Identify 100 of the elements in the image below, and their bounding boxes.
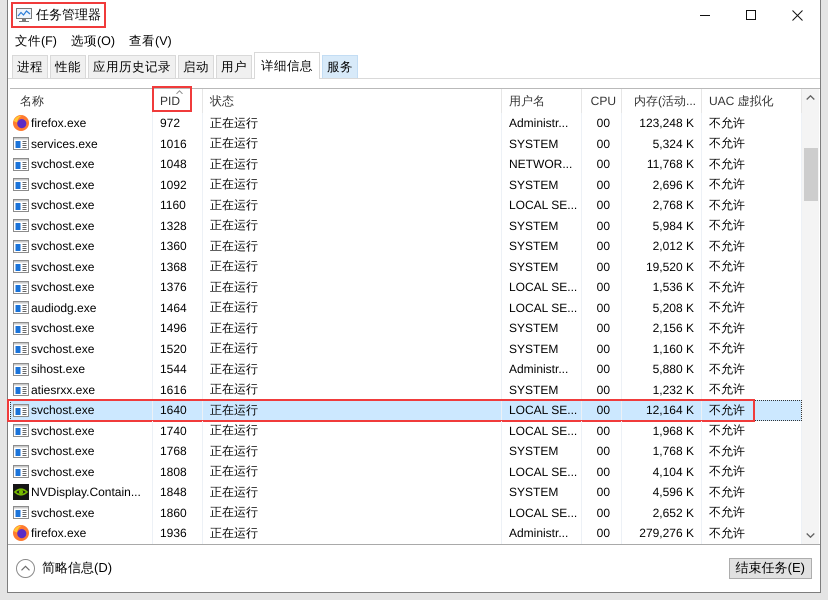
user-name: SYSTEM	[509, 178, 558, 192]
process-row[interactable]: svchost.exe 1860 正在运行 LOCAL SE... 00 2,652 K 不允许	[10, 502, 802, 523]
maximize-icon	[746, 10, 756, 20]
tab[interactable]: 启动	[178, 55, 214, 78]
process-row[interactable]: svchost.exe 1496 正在运行 SYSTEM 00 2,156 K 不允许	[10, 318, 802, 338]
process-row[interactable]: svchost.exe 1048 正在运行 NETWOR... 00 11,768 K 不允许	[10, 154, 802, 174]
cpu-usage: 00	[596, 403, 610, 418]
uac-virtualization: 不允许	[709, 504, 745, 522]
process-id: 1768	[160, 444, 187, 458]
process-row[interactable]: firefox.exe 1936 正在运行 Administr... 00 279,276 K 不允许	[10, 523, 802, 544]
process-row[interactable]: audiodg.exe 1464 正在运行 LOCAL SE... 00 5,208 K 不允许	[10, 298, 802, 318]
close-icon	[792, 10, 802, 20]
user-name: SYSTEM	[509, 239, 558, 254]
run-status: 正在运行	[210, 176, 258, 194]
process-row[interactable]: svchost.exe 1808 正在运行 LOCAL SE... 00 4,104 K 不允许	[10, 462, 802, 482]
chevron-up-circle-icon	[16, 558, 35, 578]
program-window-icon	[13, 280, 29, 294]
memory-usage: 1,968 K	[652, 424, 694, 438]
process-row[interactable]: svchost.exe 1520 正在运行 SYSTEM 00 1,160 K 不允许	[10, 338, 802, 359]
process-row[interactable]: svchost.exe 1160 正在运行 LOCAL SE... 00 2,768 K 不允许	[10, 195, 802, 216]
program-window-icon	[13, 404, 29, 417]
column-header[interactable]: PID	[153, 89, 203, 113]
process-row[interactable]: svchost.exe 1640 正在运行 LOCAL SE... 00 12,164 K 不允许	[10, 400, 802, 420]
vertical-scrollbar[interactable]	[802, 89, 819, 544]
cpu-usage: 00	[596, 260, 610, 274]
process-name: sihost.exe	[31, 362, 86, 376]
memory-usage: 279,276 K	[639, 526, 694, 540]
uac-virtualization: 不允许	[709, 196, 745, 214]
run-status: 正在运行	[210, 278, 258, 296]
fewer-details-button[interactable]: 简略信息(D)	[16, 558, 112, 578]
process-id: 1464	[160, 300, 187, 315]
cpu-usage: 00	[596, 136, 610, 151]
process-row[interactable]: svchost.exe 1740 正在运行 LOCAL SE... 00 1,968 K 不允许	[10, 420, 802, 441]
memory-usage: 2,696 K	[652, 178, 694, 192]
user-name: SYSTEM	[509, 444, 558, 458]
user-name: Administr...	[509, 116, 568, 130]
process-id: 972	[160, 116, 180, 130]
process-row[interactable]: svchost.exe 1376 正在运行 LOCAL SE... 00 1,536 K 不允许	[10, 277, 802, 298]
process-row[interactable]: svchost.exe 1092 正在运行 SYSTEM 00 2,696 K 不允许	[10, 174, 802, 195]
column-header[interactable]: 内存(活动...	[622, 89, 702, 113]
memory-usage: 123,248 K	[639, 116, 694, 130]
process-name: services.exe	[31, 136, 98, 151]
cpu-usage: 00	[596, 157, 610, 172]
menu-item[interactable]: 选项(O)	[64, 31, 122, 51]
run-status: 正在运行	[210, 299, 258, 316]
tab[interactable]: 性能	[50, 55, 86, 78]
uac-virtualization: 不允许	[709, 524, 745, 542]
uac-virtualization: 不允许	[709, 238, 745, 255]
program-window-icon	[13, 322, 29, 335]
cpu-usage: 00	[596, 362, 610, 376]
run-status: 正在运行	[210, 463, 258, 480]
column-header[interactable]: 状态	[203, 89, 502, 113]
tab[interactable]: 服务	[322, 55, 358, 78]
user-name: LOCAL SE...	[509, 300, 578, 315]
memory-usage: 1,160 K	[652, 342, 694, 356]
tab[interactable]: 用户	[216, 55, 252, 78]
uac-virtualization: 不允许	[709, 299, 745, 316]
process-row[interactable]: firefox.exe 972 正在运行 Administr... 00 123,248 K 不允许	[10, 113, 802, 134]
menu-item[interactable]: 文件(F)	[8, 31, 64, 51]
scrollbar-thumb[interactable]	[804, 148, 818, 201]
memory-usage: 5,208 K	[652, 300, 694, 315]
end-task-button[interactable]: 结束任务(E)	[728, 558, 812, 579]
process-name: svchost.exe	[31, 178, 94, 192]
column-header[interactable]: CPU	[582, 89, 622, 113]
process-name: svchost.exe	[31, 342, 94, 356]
process-row[interactable]: services.exe 1016 正在运行 SYSTEM 00 5,324 K 不允许	[10, 134, 802, 154]
tab[interactable]: 应用历史记录	[88, 55, 176, 78]
run-status: 正在运行	[210, 340, 258, 358]
uac-virtualization: 不允许	[709, 422, 745, 440]
run-status: 正在运行	[210, 402, 258, 419]
program-window-icon	[13, 383, 29, 396]
column-header[interactable]: 用户名	[502, 89, 582, 113]
user-name: LOCAL SE...	[509, 424, 578, 438]
user-name: SYSTEM	[509, 382, 558, 397]
tab[interactable]: 详细信息	[254, 52, 320, 79]
process-id: 1860	[160, 506, 187, 520]
menu-item[interactable]: 查看(V)	[122, 31, 179, 51]
tab[interactable]: 进程	[12, 55, 48, 78]
globe-logo-icon	[13, 115, 29, 132]
user-name: LOCAL SE...	[509, 198, 578, 212]
process-row[interactable]: svchost.exe 1360 正在运行 SYSTEM 00 2,012 K 不允许	[10, 236, 802, 256]
user-name: SYSTEM	[509, 321, 558, 336]
process-row[interactable]: svchost.exe 1368 正在运行 SYSTEM 00 19,520 K 不允许	[10, 256, 802, 277]
memory-usage: 4,104 K	[652, 464, 694, 479]
process-id: 1092	[160, 178, 187, 192]
process-row[interactable]: sihost.exe 1544 正在运行 Administr... 00 5,880 K 不允许	[10, 359, 802, 380]
process-row[interactable]: svchost.exe 1768 正在运行 SYSTEM 00 1,768 K 不允许	[10, 441, 802, 462]
process-id: 1360	[160, 239, 187, 254]
process-row[interactable]: NVDisplay.Contain... 1848 正在运行 SYSTEM 00 4,596 K 不允许	[10, 482, 802, 502]
run-status: 正在运行	[210, 238, 258, 255]
run-status: 正在运行	[210, 524, 258, 542]
process-row[interactable]: svchost.exe 1328 正在运行 SYSTEM 00 5,984 K 不允许	[10, 216, 802, 236]
cpu-usage: 00	[596, 424, 610, 438]
column-header[interactable]: 名称	[10, 89, 153, 113]
user-name: SYSTEM	[509, 342, 558, 356]
run-status: 正在运行	[210, 504, 258, 522]
process-name: svchost.exe	[31, 506, 94, 520]
uac-virtualization: 不允许	[709, 176, 745, 194]
uac-virtualization: 不允许	[709, 463, 745, 480]
run-status: 正在运行	[210, 360, 258, 378]
